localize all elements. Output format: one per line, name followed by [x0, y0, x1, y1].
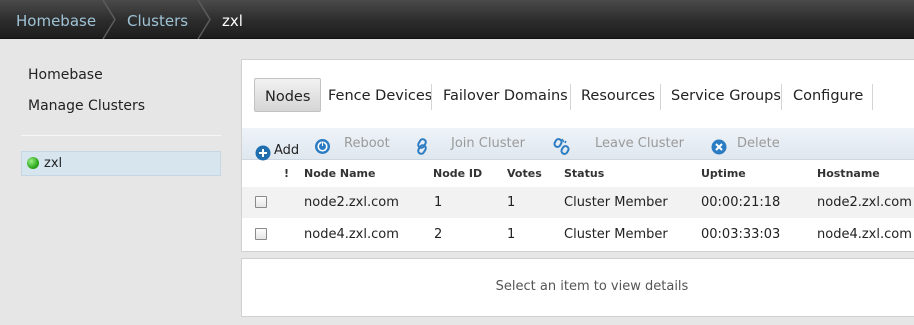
tab-separator — [431, 84, 432, 110]
cell-uptime: 00:00:21:18 — [701, 195, 781, 210]
reboot-label: Reboot — [344, 136, 390, 151]
table-row[interactable]: node2.zxl.com 1 1 Cluster Member 00:00:2… — [242, 187, 914, 218]
breadcrumb-homebase[interactable]: Homebase — [16, 0, 96, 39]
column-header-uptime[interactable]: Uptime — [701, 167, 746, 180]
join-cluster-label: Join Cluster — [451, 136, 525, 151]
cluster-name: zxl — [44, 156, 63, 171]
nodes-panel: Nodes Fence Devices Failover Domains Res… — [241, 59, 914, 252]
tab-failover-domains[interactable]: Failover Domains — [433, 78, 578, 112]
column-header-status[interactable]: Status — [564, 167, 604, 180]
link-icon — [414, 136, 430, 168]
sidebar-item-homebase[interactable]: Homebase — [28, 67, 103, 83]
cell-uptime: 00:03:33:03 — [701, 227, 781, 242]
tab-separator — [781, 84, 782, 110]
cell-node-name: node4.zxl.com — [304, 227, 399, 242]
delete-label: Delete — [737, 136, 780, 151]
node-toolbar: Add Reboot Join Cluster Leave Cluster De — [242, 128, 914, 161]
details-panel: Select an item to view details — [241, 258, 914, 317]
cell-node-id: 2 — [434, 227, 443, 242]
power-icon — [314, 136, 331, 168]
cell-votes: 1 — [507, 195, 516, 210]
x-circle-icon — [711, 136, 727, 168]
cell-hostname: node2.zxl.com — [817, 195, 912, 210]
details-empty-message: Select an item to view details — [495, 279, 689, 294]
tab-service-groups[interactable]: Service Groups — [661, 78, 791, 112]
tab-separator — [872, 84, 873, 110]
broken-link-icon — [553, 136, 571, 168]
breadcrumb: Homebase Clusters zxl — [0, 0, 914, 39]
tab-fence-devices[interactable]: Fence Devices — [318, 78, 442, 112]
breadcrumb-clusters[interactable]: Clusters — [127, 0, 188, 39]
column-header-node-name[interactable]: Node Name — [304, 167, 375, 180]
cell-node-name: node2.zxl.com — [304, 195, 399, 210]
tab-nodes[interactable]: Nodes — [254, 78, 322, 112]
tab-configure[interactable]: Configure — [783, 78, 873, 112]
sidebar-item-manage-clusters[interactable]: Manage Clusters — [28, 98, 145, 114]
breadcrumb-current: zxl — [222, 12, 243, 30]
column-header-hostname[interactable]: Hostname — [817, 167, 880, 180]
cell-votes: 1 — [507, 227, 516, 242]
row-checkbox[interactable] — [255, 228, 267, 240]
breadcrumb-separator — [101, 0, 117, 39]
add-label: Add — [274, 143, 300, 158]
sidebar-divider — [21, 135, 221, 136]
column-header-node-id[interactable]: Node ID — [433, 167, 482, 180]
column-header-alert[interactable]: ! — [284, 167, 289, 180]
plus-circle-icon — [255, 143, 271, 173]
leave-cluster-label: Leave Cluster — [595, 136, 684, 151]
column-header-votes[interactable]: Votes — [507, 167, 542, 180]
status-ok-icon — [27, 157, 39, 169]
cell-status: Cluster Member — [564, 227, 668, 242]
table-row[interactable]: node4.zxl.com 2 1 Cluster Member 00:03:3… — [242, 219, 914, 250]
cell-hostname: node4.zxl.com — [817, 227, 912, 242]
breadcrumb-separator — [196, 0, 212, 39]
cell-node-id: 1 — [434, 195, 443, 210]
sidebar-item-cluster[interactable]: zxl — [21, 151, 221, 176]
row-checkbox[interactable] — [255, 196, 267, 208]
cell-status: Cluster Member — [564, 195, 668, 210]
tab-resources[interactable]: Resources — [571, 78, 665, 112]
